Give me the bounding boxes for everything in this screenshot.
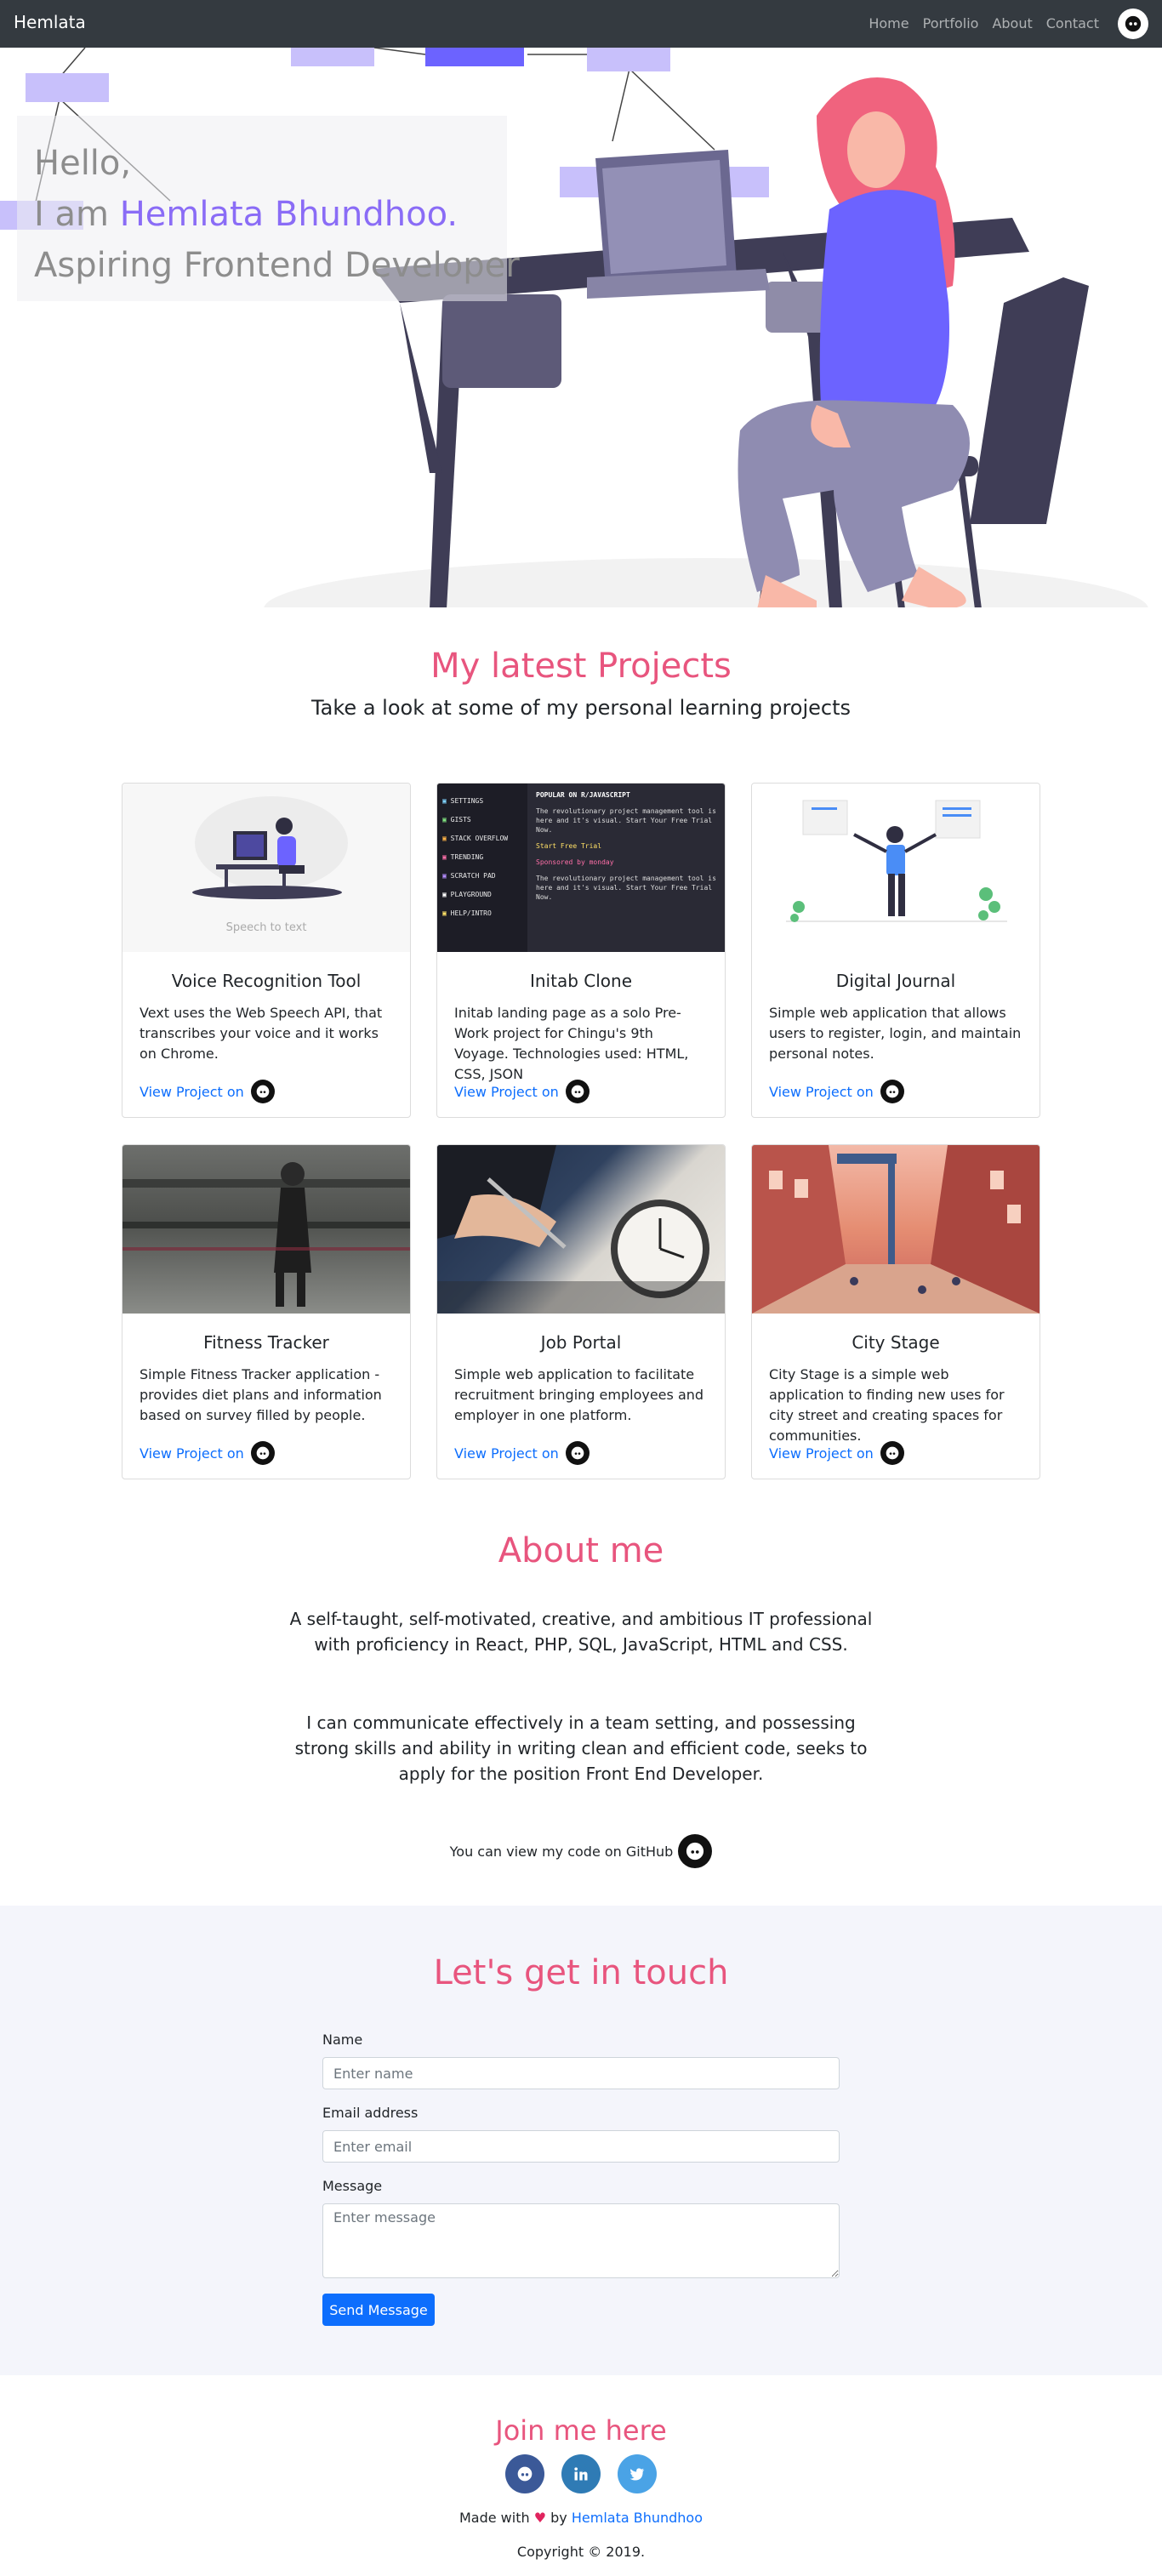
view-project-link[interactable]: View Project on: [769, 1080, 904, 1103]
menu-item: HELP/INTRO: [450, 909, 492, 917]
linkedin-icon[interactable]: [561, 2454, 601, 2493]
link-label: View Project on: [140, 1083, 244, 1100]
about-paragraph-1: A self-taught, self-motivated, creative,…: [289, 1609, 873, 1655]
github-icon[interactable]: [250, 1441, 275, 1465]
project-image: ▣ SETTINGS ▣ GISTS ▣ STACK OVERFLOW ▣ TR…: [437, 784, 725, 952]
github-icon[interactable]: [565, 1080, 590, 1103]
email-label: Email address: [322, 2105, 419, 2121]
menu-item: PLAYGROUND: [450, 891, 492, 898]
menu-item: STACK OVERFLOW: [450, 835, 509, 842]
menu-item: GISTS: [450, 816, 471, 824]
project-card-voice: Speech to text Voice Recognition Tool Ve…: [122, 783, 411, 1118]
view-project-link[interactable]: View Project on: [769, 1441, 904, 1465]
project-card-fitness: Fitness Tracker Simple Fitness Tracker a…: [122, 1144, 411, 1479]
social-links: [0, 2454, 1162, 2493]
menu-item: TRENDING: [450, 853, 484, 861]
card-title: Job Portal: [540, 1332, 622, 1353]
initab-menu: ▣ SETTINGS ▣ GISTS ▣ STACK OVERFLOW ▣ TR…: [442, 797, 509, 917]
github-icon[interactable]: [565, 1441, 590, 1465]
about-paragraph-2: I can communicate effectively in a team …: [294, 1713, 868, 1784]
message-label: Message: [322, 2178, 383, 2194]
feed-header: POPULAR ON R/JAVASCRIPT: [536, 791, 630, 799]
card-text: Initab landing page as a solo Pre-Work p…: [454, 1005, 689, 1082]
card-text: Simple web application that allows users…: [769, 1005, 1022, 1062]
link-label: View Project on: [140, 1445, 244, 1462]
copyright: Copyright © 2019.: [516, 2544, 646, 2560]
nav-contact[interactable]: Contact: [1046, 15, 1099, 31]
nav-links: Home Portfolio About Contact: [869, 15, 1099, 31]
project-image: [437, 1145, 725, 1314]
card-text: Simple Fitness Tracker application - pro…: [140, 1366, 382, 1423]
feed-cta: Start Free Trial: [536, 842, 602, 850]
link-label: View Project on: [769, 1445, 874, 1462]
hero: Hello, I am Hemlata Bhundhoo. Aspiring F…: [0, 48, 1162, 607]
card-title: Fitness Tracker: [203, 1332, 329, 1353]
made-with-line: Made with ♥ by Hemlata Bhundhoo: [0, 2510, 1162, 2526]
name-label: Name: [322, 2032, 363, 2048]
view-project-link[interactable]: View Project on: [454, 1080, 590, 1103]
name-input[interactable]: [322, 2057, 840, 2089]
project-image: [752, 784, 1040, 952]
project-card-journal: Digital Journal Simple web application t…: [751, 783, 1040, 1118]
hero-greeting: Hello,: [34, 144, 132, 183]
menu-item: SETTINGS: [450, 797, 484, 805]
nav-portfolio[interactable]: Portfolio: [923, 15, 979, 31]
nav-about[interactable]: About: [992, 15, 1032, 31]
projects-title: My latest Projects: [430, 647, 732, 686]
nav-home[interactable]: Home: [869, 15, 909, 31]
hero-name: Hemlata Bhundhoo.: [119, 195, 459, 234]
github-line: You can view my code on GitHub: [0, 1834, 1162, 1868]
image-caption: Speech to text: [225, 921, 307, 934]
card-text: Vext uses the Web Speech API, that trans…: [140, 1005, 383, 1062]
project-card-city: City Stage City Stage is a simple web ap…: [751, 1144, 1040, 1479]
card-title: City Stage: [852, 1332, 940, 1353]
github-icon[interactable]: [678, 1834, 713, 1868]
card-title: Initab Clone: [529, 971, 633, 991]
hero-prefix: I am: [34, 195, 120, 234]
twitter-icon[interactable]: [618, 2454, 657, 2493]
feed-body: The revolutionary project management too…: [536, 807, 716, 834]
card-text: Simple web application to facilitate rec…: [454, 1366, 704, 1423]
brand[interactable]: Hemlata: [14, 12, 86, 32]
github-line-text: You can view my code on GitHub: [449, 1843, 674, 1860]
link-label: View Project on: [454, 1083, 559, 1100]
hero-name-line: I am Hemlata Bhundhoo.: [34, 189, 490, 240]
initab-feed: POPULAR ON R/JAVASCRIPT The revolutionar…: [536, 790, 718, 902]
link-label: View Project on: [769, 1083, 874, 1100]
feed-sponsor: Sponsored by monday: [536, 858, 614, 866]
hero-intro: Hello, I am Hemlata Bhundhoo. Aspiring F…: [17, 116, 520, 301]
navbar: Hemlata Home Portfolio About Contact: [0, 0, 1162, 48]
view-project-link[interactable]: View Project on: [140, 1080, 275, 1103]
view-project-link[interactable]: View Project on: [140, 1441, 275, 1465]
view-project-link[interactable]: View Project on: [454, 1441, 590, 1465]
join-title: Join me here: [495, 2414, 667, 2447]
contact-title: Let's get in touch: [433, 1953, 729, 1992]
projects-subtitle: Take a look at some of my personal learn…: [310, 696, 852, 720]
github-icon[interactable]: [1118, 9, 1148, 39]
menu-item: SCRATCH PAD: [450, 872, 496, 880]
github-icon[interactable]: [880, 1441, 904, 1465]
made-prefix: Made with: [459, 2510, 530, 2526]
github-icon[interactable]: [250, 1080, 275, 1103]
card-text: City Stage is a simple web application t…: [769, 1366, 1005, 1444]
message-input[interactable]: [322, 2203, 840, 2278]
about-title: About me: [498, 1531, 664, 1570]
project-card-initab: ▣ SETTINGS ▣ GISTS ▣ STACK OVERFLOW ▣ TR…: [436, 783, 726, 1118]
card-title: Digital Journal: [835, 971, 956, 991]
project-image: [752, 1145, 1040, 1314]
project-image: Speech to text: [122, 784, 410, 952]
hero-role: Aspiring Frontend Developer: [34, 246, 520, 285]
link-label: View Project on: [454, 1445, 559, 1462]
project-card-job: Job Portal Simple web application to fac…: [436, 1144, 726, 1479]
made-by: by: [550, 2510, 567, 2526]
feed-body-repeat: The revolutionary project management too…: [536, 875, 716, 901]
author-link[interactable]: Hemlata Bhundhoo: [572, 2510, 703, 2526]
email-input[interactable]: [322, 2130, 840, 2163]
send-message-button[interactable]: Send Message: [322, 2294, 435, 2326]
github-icon[interactable]: [880, 1080, 904, 1103]
card-title: Voice Recognition Tool: [171, 971, 362, 991]
project-image: [122, 1145, 410, 1314]
heart-icon: ♥: [533, 2510, 547, 2526]
github-icon[interactable]: [505, 2454, 544, 2493]
